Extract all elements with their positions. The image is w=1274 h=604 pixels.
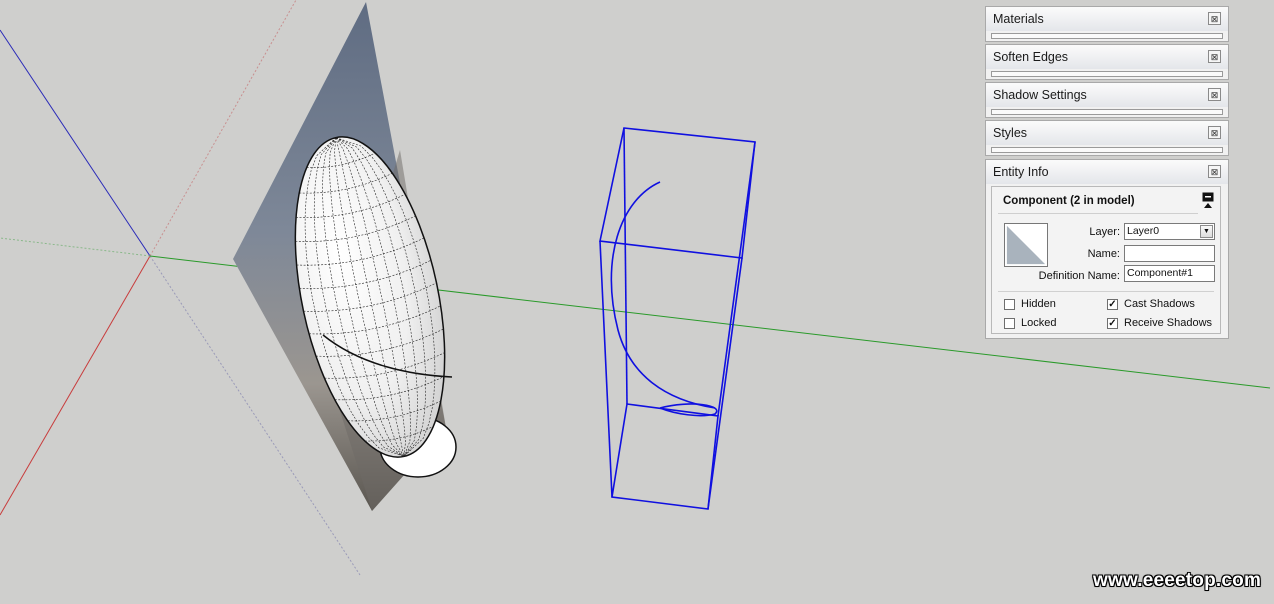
cast-shadows-label: Cast Shadows	[1124, 298, 1195, 310]
materials-tray-header[interactable]: Materials ⊠	[986, 7, 1228, 31]
title-separator	[998, 213, 1198, 214]
cast-shadows-checkbox[interactable]: ✓	[1107, 299, 1118, 310]
close-icon[interactable]: ⊠	[1208, 50, 1221, 63]
options-separator	[998, 291, 1214, 292]
soften-edges-tray-title: Soften Edges	[993, 50, 1069, 64]
soften-edges-tray-header[interactable]: Soften Edges ⊠	[986, 45, 1228, 69]
close-icon[interactable]: ⊠	[1208, 88, 1221, 101]
entity-info-tray[interactable]: Entity Info ⊠ Component (2 in model) Lay…	[985, 159, 1229, 339]
shadow-settings-tray[interactable]: Shadow Settings ⊠	[985, 82, 1229, 118]
hidden-checkbox[interactable]	[1004, 299, 1015, 310]
layer-dropdown[interactable]: Layer0 ▼	[1124, 223, 1215, 240]
red-axis-solid	[0, 255, 151, 516]
name-label: Name:	[1087, 248, 1120, 260]
shadow-settings-tray-bar	[991, 109, 1223, 115]
component-title: Component (2 in model)	[1003, 195, 1135, 207]
styles-tray-header[interactable]: Styles ⊠	[986, 121, 1228, 145]
materials-tray-bar	[991, 33, 1223, 39]
entity-info-tray-title: Entity Info	[993, 165, 1049, 179]
locked-checkbox[interactable]	[1004, 318, 1015, 329]
receive-shadows-label: Receive Shadows	[1124, 317, 1213, 329]
layer-dropdown-value: Layer0	[1127, 225, 1160, 237]
watermark: www.eeeetop.com	[1093, 570, 1262, 591]
styles-tray-bar	[991, 147, 1223, 153]
entity-info-tray-header[interactable]: Entity Info ⊠	[986, 160, 1228, 184]
receive-shadows-checkbox[interactable]: ✓	[1107, 318, 1118, 329]
component-thumbnail	[1004, 223, 1048, 267]
shadow-settings-tray-title: Shadow Settings	[993, 88, 1087, 102]
hidden-label: Hidden	[1021, 298, 1056, 310]
soften-edges-tray[interactable]: Soften Edges ⊠	[985, 44, 1229, 80]
soften-edges-tray-bar	[991, 71, 1223, 77]
shadow-settings-tray-header[interactable]: Shadow Settings ⊠	[986, 83, 1228, 107]
materials-tray[interactable]: Materials ⊠	[985, 6, 1229, 42]
styles-tray-title: Styles	[993, 126, 1028, 140]
chevron-down-icon[interactable]: ▼	[1200, 225, 1213, 238]
styles-tray[interactable]: Styles ⊠	[985, 120, 1229, 156]
name-input[interactable]	[1124, 245, 1215, 262]
close-icon[interactable]: ⊠	[1208, 126, 1221, 139]
materials-tray-title: Materials	[993, 12, 1044, 26]
green-axis-dashed	[0, 237, 151, 257]
close-icon[interactable]: ⊠	[1208, 165, 1221, 178]
definition-name-label: Definition Name:	[1038, 270, 1120, 282]
close-icon[interactable]: ⊠	[1208, 12, 1221, 25]
entity-info-body: Component (2 in model) Layer: Layer0 ▼ N…	[991, 186, 1221, 334]
minimize-icon[interactable]	[1202, 192, 1214, 210]
layer-label: Layer:	[1089, 226, 1120, 238]
definition-name-input[interactable]: Component#1	[1124, 265, 1215, 282]
blue-axis-solid	[0, 29, 151, 257]
locked-label: Locked	[1021, 317, 1057, 329]
